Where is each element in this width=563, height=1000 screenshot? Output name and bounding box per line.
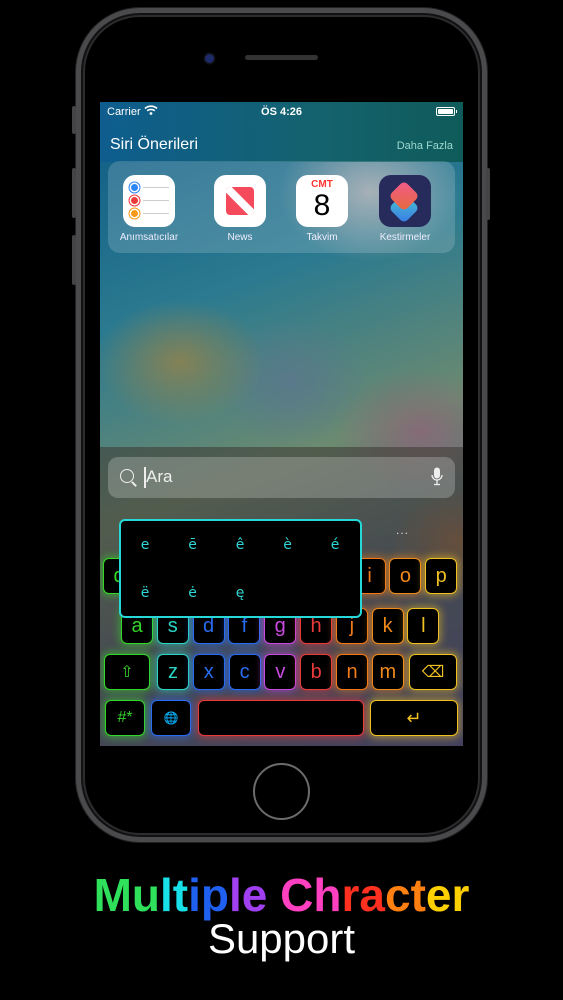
microphone-icon[interactable] bbox=[431, 467, 443, 487]
accent-option[interactable]: è bbox=[276, 537, 300, 553]
siri-suggestions-title: Siri Önerileri bbox=[110, 136, 199, 153]
key-l[interactable]: l bbox=[407, 608, 440, 644]
search-placeholder: Ara bbox=[146, 467, 173, 486]
space-key[interactable] bbox=[198, 700, 364, 736]
app-calendar[interactable]: CMT 8 Takvim bbox=[287, 175, 357, 243]
app-label: Takvim bbox=[306, 232, 338, 243]
power-button bbox=[486, 168, 490, 220]
app-news[interactable]: News bbox=[205, 175, 275, 243]
key-m[interactable]: m bbox=[371, 654, 404, 690]
caption-letter: C bbox=[280, 869, 314, 921]
accent-option[interactable]: ê bbox=[228, 537, 252, 553]
siri-apps-panel: Anımsatıcılar News CMT 8 Takvim Kestirme… bbox=[108, 161, 455, 253]
caption-letter: e bbox=[241, 869, 268, 921]
shortcuts-icon bbox=[379, 175, 431, 227]
key-o[interactable]: o bbox=[389, 558, 422, 594]
caption-letter: e bbox=[425, 869, 452, 921]
calendar-icon: CMT 8 bbox=[296, 175, 348, 227]
caption-subtitle: Support bbox=[207, 915, 356, 962]
status-bar: Carrier ÖS 4:26 bbox=[100, 102, 463, 124]
clock: ÖS 4:26 bbox=[261, 106, 302, 118]
key-n[interactable]: n bbox=[336, 654, 368, 690]
front-camera bbox=[205, 54, 214, 63]
show-more-link[interactable]: Daha Fazla bbox=[397, 140, 453, 152]
key-z[interactable]: z bbox=[157, 654, 189, 690]
globe-key[interactable]: 🌐 bbox=[151, 700, 191, 736]
accent-option[interactable]: ē bbox=[181, 537, 205, 553]
app-label: News bbox=[227, 232, 253, 243]
calendar-date: 8 bbox=[313, 189, 331, 222]
accent-option[interactable]: é bbox=[323, 537, 347, 553]
caption-letter: l bbox=[229, 869, 242, 921]
caption-letter: r bbox=[341, 869, 360, 921]
battery-icon bbox=[436, 107, 457, 116]
app-shortcuts[interactable]: Kestirmeler bbox=[370, 175, 440, 243]
search-field[interactable]: Ara bbox=[108, 457, 455, 498]
return-key[interactable]: ↵ bbox=[370, 700, 458, 736]
key-b[interactable]: b bbox=[300, 654, 333, 690]
key-v[interactable]: v bbox=[264, 654, 297, 690]
caption-letter: l bbox=[160, 869, 173, 921]
mute-switch bbox=[72, 106, 76, 134]
key-k[interactable]: k bbox=[371, 608, 404, 644]
accent-option[interactable]: ė bbox=[181, 585, 205, 601]
volume-up-button bbox=[72, 168, 76, 218]
accent-option[interactable]: ë bbox=[133, 585, 157, 601]
caption-letter: i bbox=[188, 869, 201, 921]
caption-letter: t bbox=[410, 869, 426, 921]
earpiece-speaker bbox=[245, 55, 318, 60]
backspace-key[interactable]: ⌫ bbox=[409, 654, 457, 690]
volume-down-button bbox=[72, 235, 76, 285]
search-icon bbox=[120, 469, 134, 483]
caption-letter: M bbox=[93, 869, 132, 921]
news-icon bbox=[214, 175, 266, 227]
home-button[interactable] bbox=[253, 763, 310, 820]
caption-letter: a bbox=[359, 869, 385, 921]
app-label: Kestirmeler bbox=[379, 232, 431, 243]
caption-letter: h bbox=[313, 869, 342, 921]
caption-title: Multiple Chracter bbox=[0, 868, 563, 922]
caption-letter: u bbox=[131, 869, 160, 921]
shift-key[interactable]: ⇧ bbox=[104, 654, 150, 690]
caption-letter: p bbox=[200, 869, 229, 921]
suggestions-more[interactable]: ... bbox=[396, 523, 409, 537]
symbols-key[interactable]: #* bbox=[105, 700, 145, 736]
key-c[interactable]: c bbox=[228, 654, 261, 690]
caption-letter: t bbox=[172, 869, 189, 921]
accent-option[interactable]: e bbox=[133, 537, 157, 553]
caption-letter: c bbox=[385, 869, 411, 921]
caption-letter bbox=[267, 869, 280, 921]
caption-letter: r bbox=[451, 869, 470, 921]
accent-option[interactable]: ę bbox=[228, 585, 252, 601]
reminders-icon bbox=[123, 175, 175, 227]
key-p[interactable]: p bbox=[425, 558, 458, 594]
accent-popup: e ē ê è é ë ė ę bbox=[119, 519, 362, 618]
app-reminders[interactable]: Anımsatıcılar bbox=[114, 175, 184, 243]
app-label: Anımsatıcılar bbox=[119, 232, 179, 243]
screen: Carrier ÖS 4:26 Siri Önerileri Daha Fazl… bbox=[100, 102, 463, 746]
key-x[interactable]: x bbox=[192, 654, 225, 690]
